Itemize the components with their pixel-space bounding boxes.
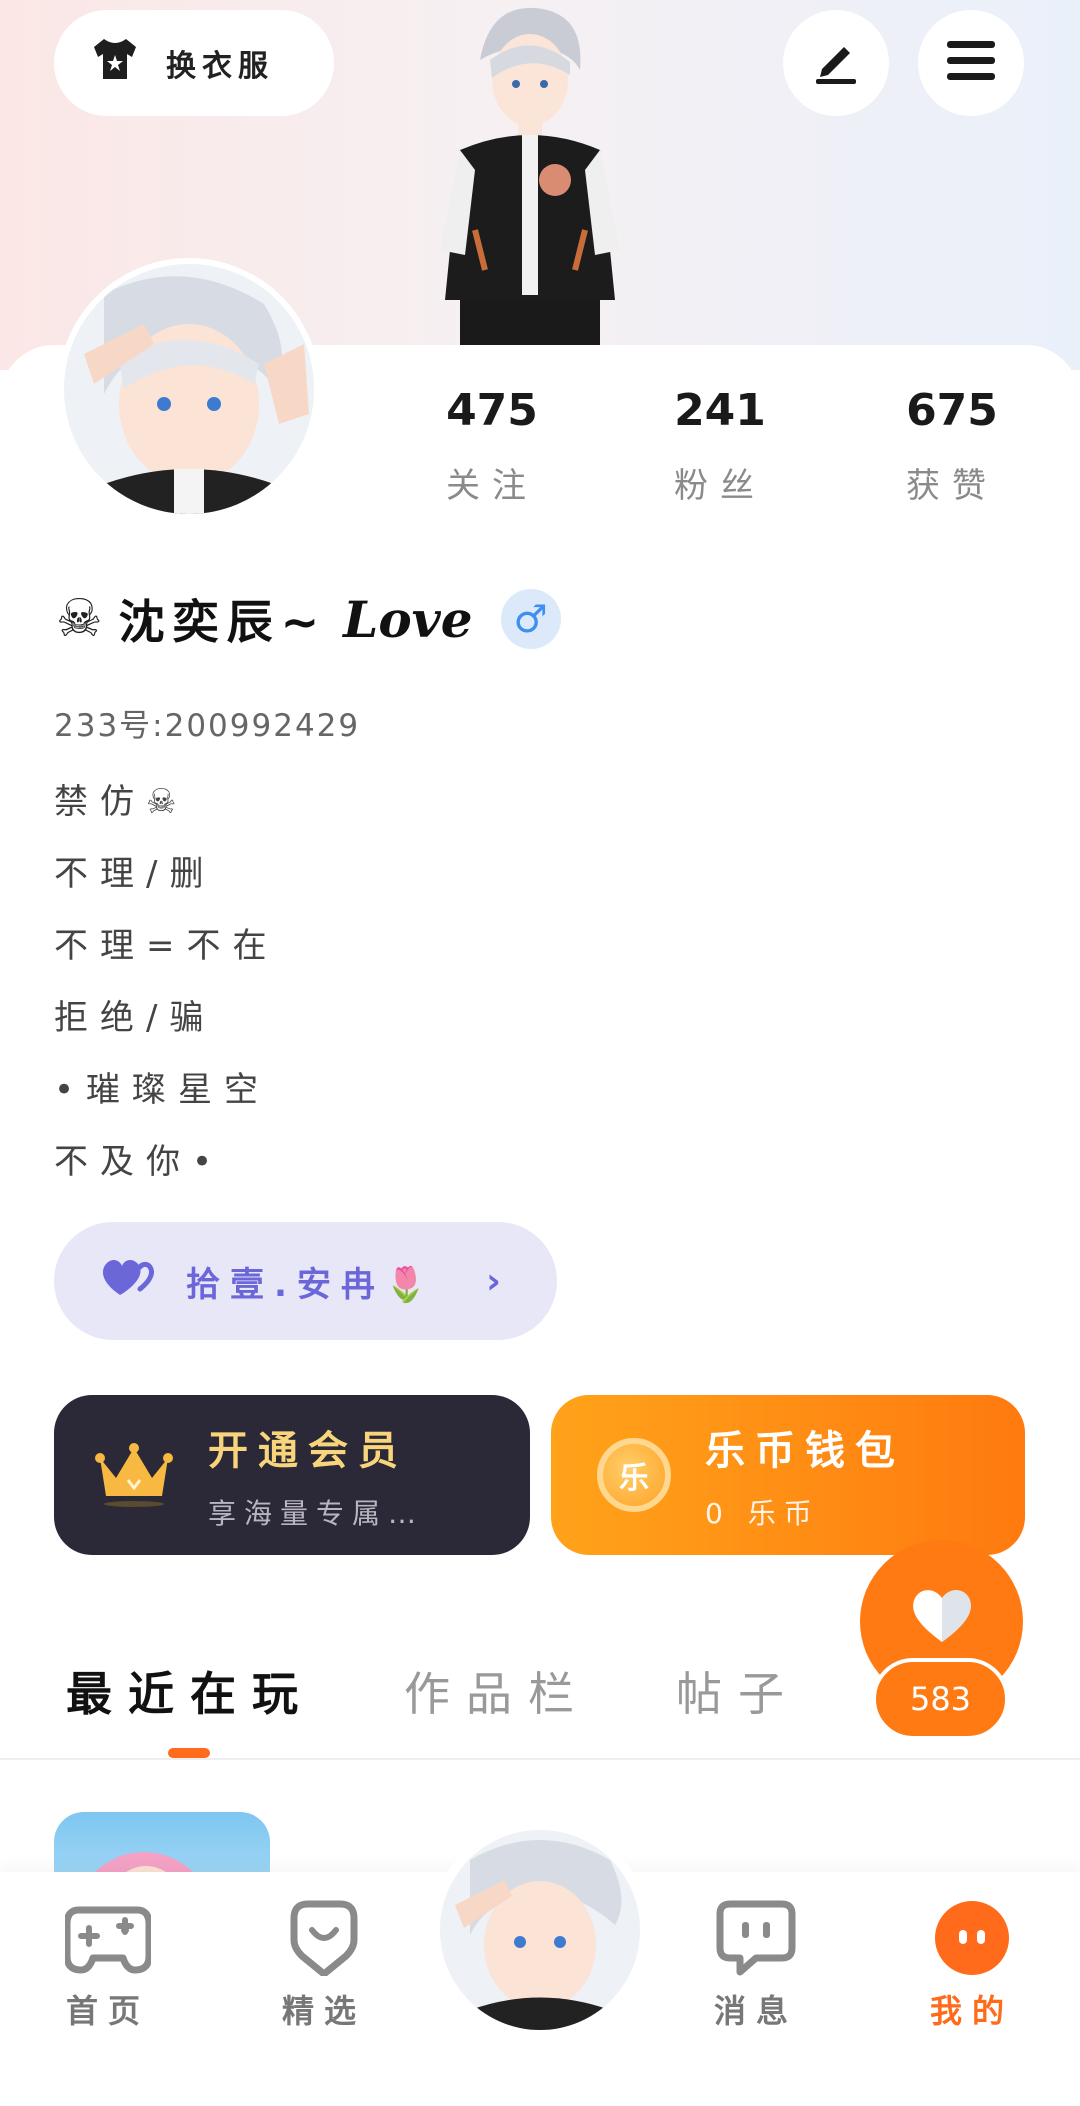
bio-line: 不理=不在 bbox=[54, 926, 279, 966]
change-outfit-label: 换衣服 bbox=[166, 49, 274, 84]
stat-following-label: 关注 bbox=[446, 466, 538, 506]
stat-likes-value: 675 bbox=[906, 385, 998, 436]
user-id[interactable]: 233号:200992429 bbox=[54, 700, 360, 745]
bio-line: •璀璨星空 bbox=[54, 1070, 271, 1110]
coin-wallet-card[interactable]: 乐 乐币钱包 0 乐币 bbox=[551, 1395, 1025, 1555]
nav-home-label: 首页 bbox=[65, 1992, 150, 2030]
gender-male-icon: ♂ bbox=[500, 589, 561, 649]
crown-icon bbox=[94, 1438, 174, 1512]
profile-name-row: ☠ 沈奕辰~ Love ♂ bbox=[56, 582, 561, 656]
menu-button[interactable] bbox=[918, 10, 1024, 116]
heart-badge-icon bbox=[284, 1900, 364, 1980]
profile-name: 沈奕辰~ bbox=[118, 595, 328, 649]
bio-line: 不理/删 bbox=[54, 854, 216, 894]
hamburger-menu-icon bbox=[945, 39, 997, 87]
tab-works[interactable]: 作品栏 bbox=[404, 1658, 590, 1724]
skull-icon: ☠ bbox=[56, 589, 103, 649]
tab-recently-played[interactable]: 最近在玩 bbox=[66, 1658, 314, 1724]
coin-icon: 乐 bbox=[597, 1438, 671, 1512]
nav-me[interactable]: 我的 bbox=[892, 1900, 1052, 2032]
stat-likes-label: 获赞 bbox=[906, 466, 998, 506]
profile-bio: 禁仿☠ 不理/删 不理=不在 拒绝/骗 •璀璨星空 不及你• bbox=[54, 772, 279, 1204]
nav-me-label: 我的 bbox=[929, 1992, 1014, 2030]
stat-likes[interactable]: 675 获赞 bbox=[852, 385, 1052, 507]
gender-symbol: ♂ bbox=[513, 597, 548, 641]
stat-followers-value: 241 bbox=[674, 385, 766, 436]
wallet-title: 乐币钱包 bbox=[705, 1428, 905, 1474]
nav-messages-label: 消息 bbox=[713, 1992, 798, 2030]
nav-featured[interactable]: 精选 bbox=[244, 1900, 404, 2032]
relationship-label: 拾壹.安冉🌷 bbox=[186, 1264, 438, 1305]
chevron-right-icon: › bbox=[486, 1260, 511, 1302]
edit-profile-button[interactable] bbox=[783, 10, 889, 116]
nav-featured-label: 精选 bbox=[281, 1992, 366, 2030]
vip-title: 开通会员 bbox=[208, 1428, 408, 1474]
vip-subtitle: 享海量专属… bbox=[208, 1497, 425, 1530]
nav-center-avatar[interactable] bbox=[440, 1830, 640, 2030]
gamepad-icon bbox=[63, 1906, 153, 1980]
heart-icon bbox=[909, 1586, 975, 1648]
chat-bubble-icon bbox=[716, 1900, 796, 1980]
nav-home[interactable]: 首页 bbox=[28, 1900, 188, 2032]
bio-line: 禁仿☠ bbox=[54, 782, 189, 822]
relationship-pill[interactable]: 拾壹.安冉🌷 › bbox=[54, 1222, 557, 1340]
nav-messages[interactable]: 消息 bbox=[676, 1900, 836, 2032]
tabs-divider bbox=[0, 1758, 1080, 1760]
stat-followers-label: 粉丝 bbox=[674, 466, 766, 506]
stat-following-value: 475 bbox=[446, 385, 538, 436]
stat-followers[interactable]: 241 粉丝 bbox=[620, 385, 820, 507]
double-heart-icon bbox=[100, 1255, 156, 1308]
shirt-icon bbox=[90, 37, 140, 89]
wallet-balance: 0 乐币 bbox=[705, 1497, 820, 1530]
stat-following[interactable]: 475 关注 bbox=[392, 385, 592, 507]
pencil-icon bbox=[810, 35, 862, 91]
like-count-badge: 583 bbox=[872, 1658, 1009, 1740]
tab-posts[interactable]: 帖子 bbox=[676, 1658, 800, 1724]
profile-name-signature: Love bbox=[343, 589, 473, 649]
coin-glyph: 乐 bbox=[619, 1461, 649, 1496]
avatar-character-image[interactable] bbox=[420, 0, 640, 350]
vip-membership-card[interactable]: 开通会员 享海量专属… bbox=[54, 1395, 530, 1555]
bio-line: 拒绝/骗 bbox=[54, 998, 216, 1038]
bio-line: 不及你• bbox=[54, 1142, 225, 1182]
profile-dots-icon bbox=[934, 1901, 1010, 1980]
profile-avatar[interactable] bbox=[58, 258, 320, 520]
change-outfit-button[interactable]: 换衣服 bbox=[54, 10, 334, 116]
tab-active-indicator bbox=[168, 1748, 210, 1758]
